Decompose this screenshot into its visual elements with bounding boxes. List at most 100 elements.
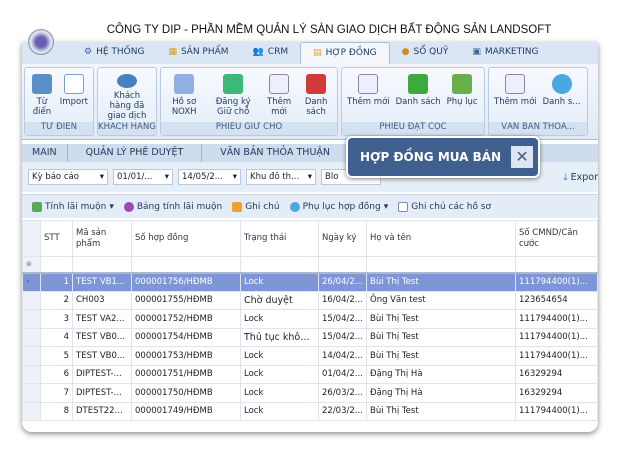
col-ma-san-pham[interactable]: Mã sản phẩm [72, 220, 132, 257]
tab-san-pham[interactable]: ▦ SẢN PHẨM [156, 42, 240, 64]
cell: Lock [240, 346, 319, 366]
col-so-hop-dong[interactable]: Số hợp đồng [131, 220, 241, 257]
vbt-danh-sach-button[interactable]: Danh s... [540, 70, 584, 121]
col-so-cmnd[interactable]: Số CMND/Căn cước [515, 220, 598, 257]
tab-crm[interactable]: 👥 CRM [241, 42, 301, 64]
bang-tinh-lai-muon-button[interactable]: Bảng tính lãi muộn [123, 201, 222, 212]
cell: 15/04/2... [318, 327, 367, 347]
table-row[interactable]: 2 CH003 000001755/HĐMB Chờ duyệt 16/04/2... Ô… [22, 290, 598, 310]
pdc-them-moi-button[interactable]: Thêm mới [344, 70, 393, 121]
khach-hang-button[interactable]: Khách hàng đã giao dịch [100, 70, 154, 121]
cell: Bùi Thị Test [366, 346, 516, 366]
checklist-icon [174, 74, 195, 94]
cell: 3 [40, 309, 73, 329]
cell: Thủ tục khôn... [240, 327, 319, 347]
import-button[interactable]: Import [57, 70, 91, 121]
col-stt[interactable]: STT [40, 220, 73, 257]
col-ngay-ky[interactable]: Ngày ký [318, 220, 367, 257]
dots-icon [551, 74, 572, 94]
table-row[interactable]: 6 DIPTEST-... 000001751/HĐMB Lock 01/04/2...… [22, 364, 598, 384]
cell: 123654654 [515, 290, 598, 310]
tab-so-quy[interactable]: ● SỔ QUỸ [390, 42, 461, 64]
table-row[interactable]: 4 TEST VB0... 000001754/HĐMB Thủ tục khôn..… [22, 327, 598, 347]
cell: 26/04/2... [318, 272, 367, 292]
cell: TEST VB0... [72, 327, 132, 347]
cell: Đặng Thị Hà [366, 383, 516, 403]
cell: TEST VA2... [72, 309, 132, 329]
main-window: ⚙ HỆ THỐNG ▦ SẢN PHẨM 👥 CRM ▤ HỢP ĐỒNG ● SỔ Q… [22, 42, 598, 432]
chat-icon: ▣ [472, 47, 481, 57]
tag-icon [223, 74, 244, 94]
close-icon[interactable]: ✕ [511, 146, 534, 168]
col-trang-thai[interactable]: Trạng thái [240, 220, 319, 257]
row-indicator[interactable] [22, 290, 41, 310]
col-ho-va-ten[interactable]: Họ và tên [366, 220, 516, 257]
table-row[interactable]: 7 DIPTEST-... 000001750/HĐMB Lock 26/03/2...… [22, 383, 598, 403]
cell: 5 [40, 346, 73, 366]
grid-header: STT Mã sản phẩm Số hợp đồng Trạng thái N… [22, 220, 598, 257]
pgc-danh-sach-button[interactable]: Danh sách [297, 70, 335, 121]
dang-ky-giu-cho-button[interactable]: Đăng ký Giữ chỗ [205, 70, 261, 121]
cell: Bùi Thị Test [366, 272, 516, 292]
app-logo[interactable] [28, 29, 54, 55]
cell: Bùi Thị Test [366, 309, 516, 329]
ghi-chu-cac-ho-so-button[interactable]: Ghi chú các hồ sơ [398, 201, 491, 212]
customers-icon [117, 74, 137, 88]
cell: 8 [40, 401, 73, 421]
cell: 2 [40, 290, 73, 310]
chart-icon [32, 201, 42, 212]
phu-luc-hop-dong-button[interactable]: Phụ lục hợp đồng ▾ [289, 201, 388, 212]
table-row[interactable]: 3 TEST VA2... 000001752/HĐMB Lock 15/04/2...… [22, 309, 598, 329]
cell: CH003 [72, 290, 132, 310]
group-van-ban-thoa-thuan: Thêm mới Danh s... VĂN BẢN THỎA... [488, 67, 588, 136]
row-indicator[interactable] [22, 309, 41, 329]
vbt-them-moi-button[interactable]: Thêm mới [491, 70, 540, 121]
pdc-danh-sach-button[interactable]: Danh sách [393, 70, 444, 121]
tu-dien-button[interactable]: Từ điển [27, 70, 57, 121]
chevron-down-icon: ▾ [307, 172, 312, 182]
cell: TEST VB1... [72, 272, 132, 292]
cell: DTEST220... [72, 401, 132, 421]
ky-bao-cao-select[interactable]: Kỳ báo cáo ▾ [28, 169, 108, 185]
cell: 000001750/HĐMB [131, 383, 241, 403]
cell: 000001754/HĐMB [131, 327, 241, 347]
doc-tab-van-ban-thoa-thuan[interactable]: VĂN BẢN THỎA THUẬN [202, 144, 350, 162]
table-row[interactable]: 8 DTEST220... 000001749/HĐMB Lock 22/03/2...… [22, 401, 598, 421]
document-icon [63, 74, 84, 94]
pgc-them-moi-button[interactable]: Thêm mới [261, 70, 297, 121]
table-row[interactable]: › 1 TEST VB1... 000001756/HĐMB Lock 26/04/2..… [22, 272, 598, 292]
khu-do-thi-select[interactable]: Khu đô th... ▾ [246, 169, 316, 185]
tinh-lai-muon-button[interactable]: Tính lãi muộn ▾ [32, 201, 114, 212]
group-tu-dien: Từ điển Import TỪ ĐIỂN [24, 67, 94, 136]
chevron-down-icon: ▾ [164, 172, 169, 182]
to-date-select[interactable]: 14/05/2... ▾ [178, 169, 241, 185]
pdc-phu-luc-button[interactable]: Phụ lục [444, 70, 481, 121]
cell: Lock [240, 272, 319, 292]
table-row[interactable]: 5 TEST VB0... 000001753/HĐMB Lock 14/04/2...… [22, 346, 598, 366]
tab-he-thong[interactable]: ⚙ HỆ THỐNG [72, 42, 156, 64]
tab-hop-dong[interactable]: ▤ HỢP ĐỒNG [300, 42, 390, 64]
cell: 16/04/2... [318, 290, 367, 310]
cell: 1 [40, 272, 73, 292]
note-icon [232, 201, 243, 212]
row-indicator[interactable] [22, 383, 41, 403]
hop-dong-mua-ban-tab-callout[interactable]: HỢP ĐỒNG MUA BÁN ✕ [346, 136, 540, 178]
cell: DIPTEST-... [72, 364, 132, 384]
row-indicator[interactable]: › [22, 272, 41, 292]
tab-marketing[interactable]: ▣ MARKETING [460, 42, 550, 64]
export-button[interactable]: ⤓ Expor [563, 172, 598, 183]
cell: Lock [240, 383, 319, 403]
doc-tab-quan-ly-phe-duyet[interactable]: QUẢN LÝ PHÊ DUYỆT [68, 144, 203, 162]
doc-tab-main[interactable]: MAIN [22, 144, 68, 162]
cell: 7 [40, 383, 73, 403]
row-indicator[interactable] [22, 346, 41, 366]
cell: 22/03/2... [318, 401, 367, 421]
ho-so-noxh-button[interactable]: Hồ sơ NOXH [163, 70, 205, 121]
filter-icon: ⊜ [22, 256, 41, 274]
row-indicator[interactable] [22, 364, 41, 384]
ghi-chu-button[interactable]: Ghi chú [232, 201, 280, 212]
from-date-select[interactable]: 01/01/... ▾ [113, 169, 173, 185]
row-indicator[interactable] [22, 327, 41, 347]
cell: 000001751/HĐMB [131, 364, 241, 384]
row-indicator[interactable] [22, 401, 41, 421]
